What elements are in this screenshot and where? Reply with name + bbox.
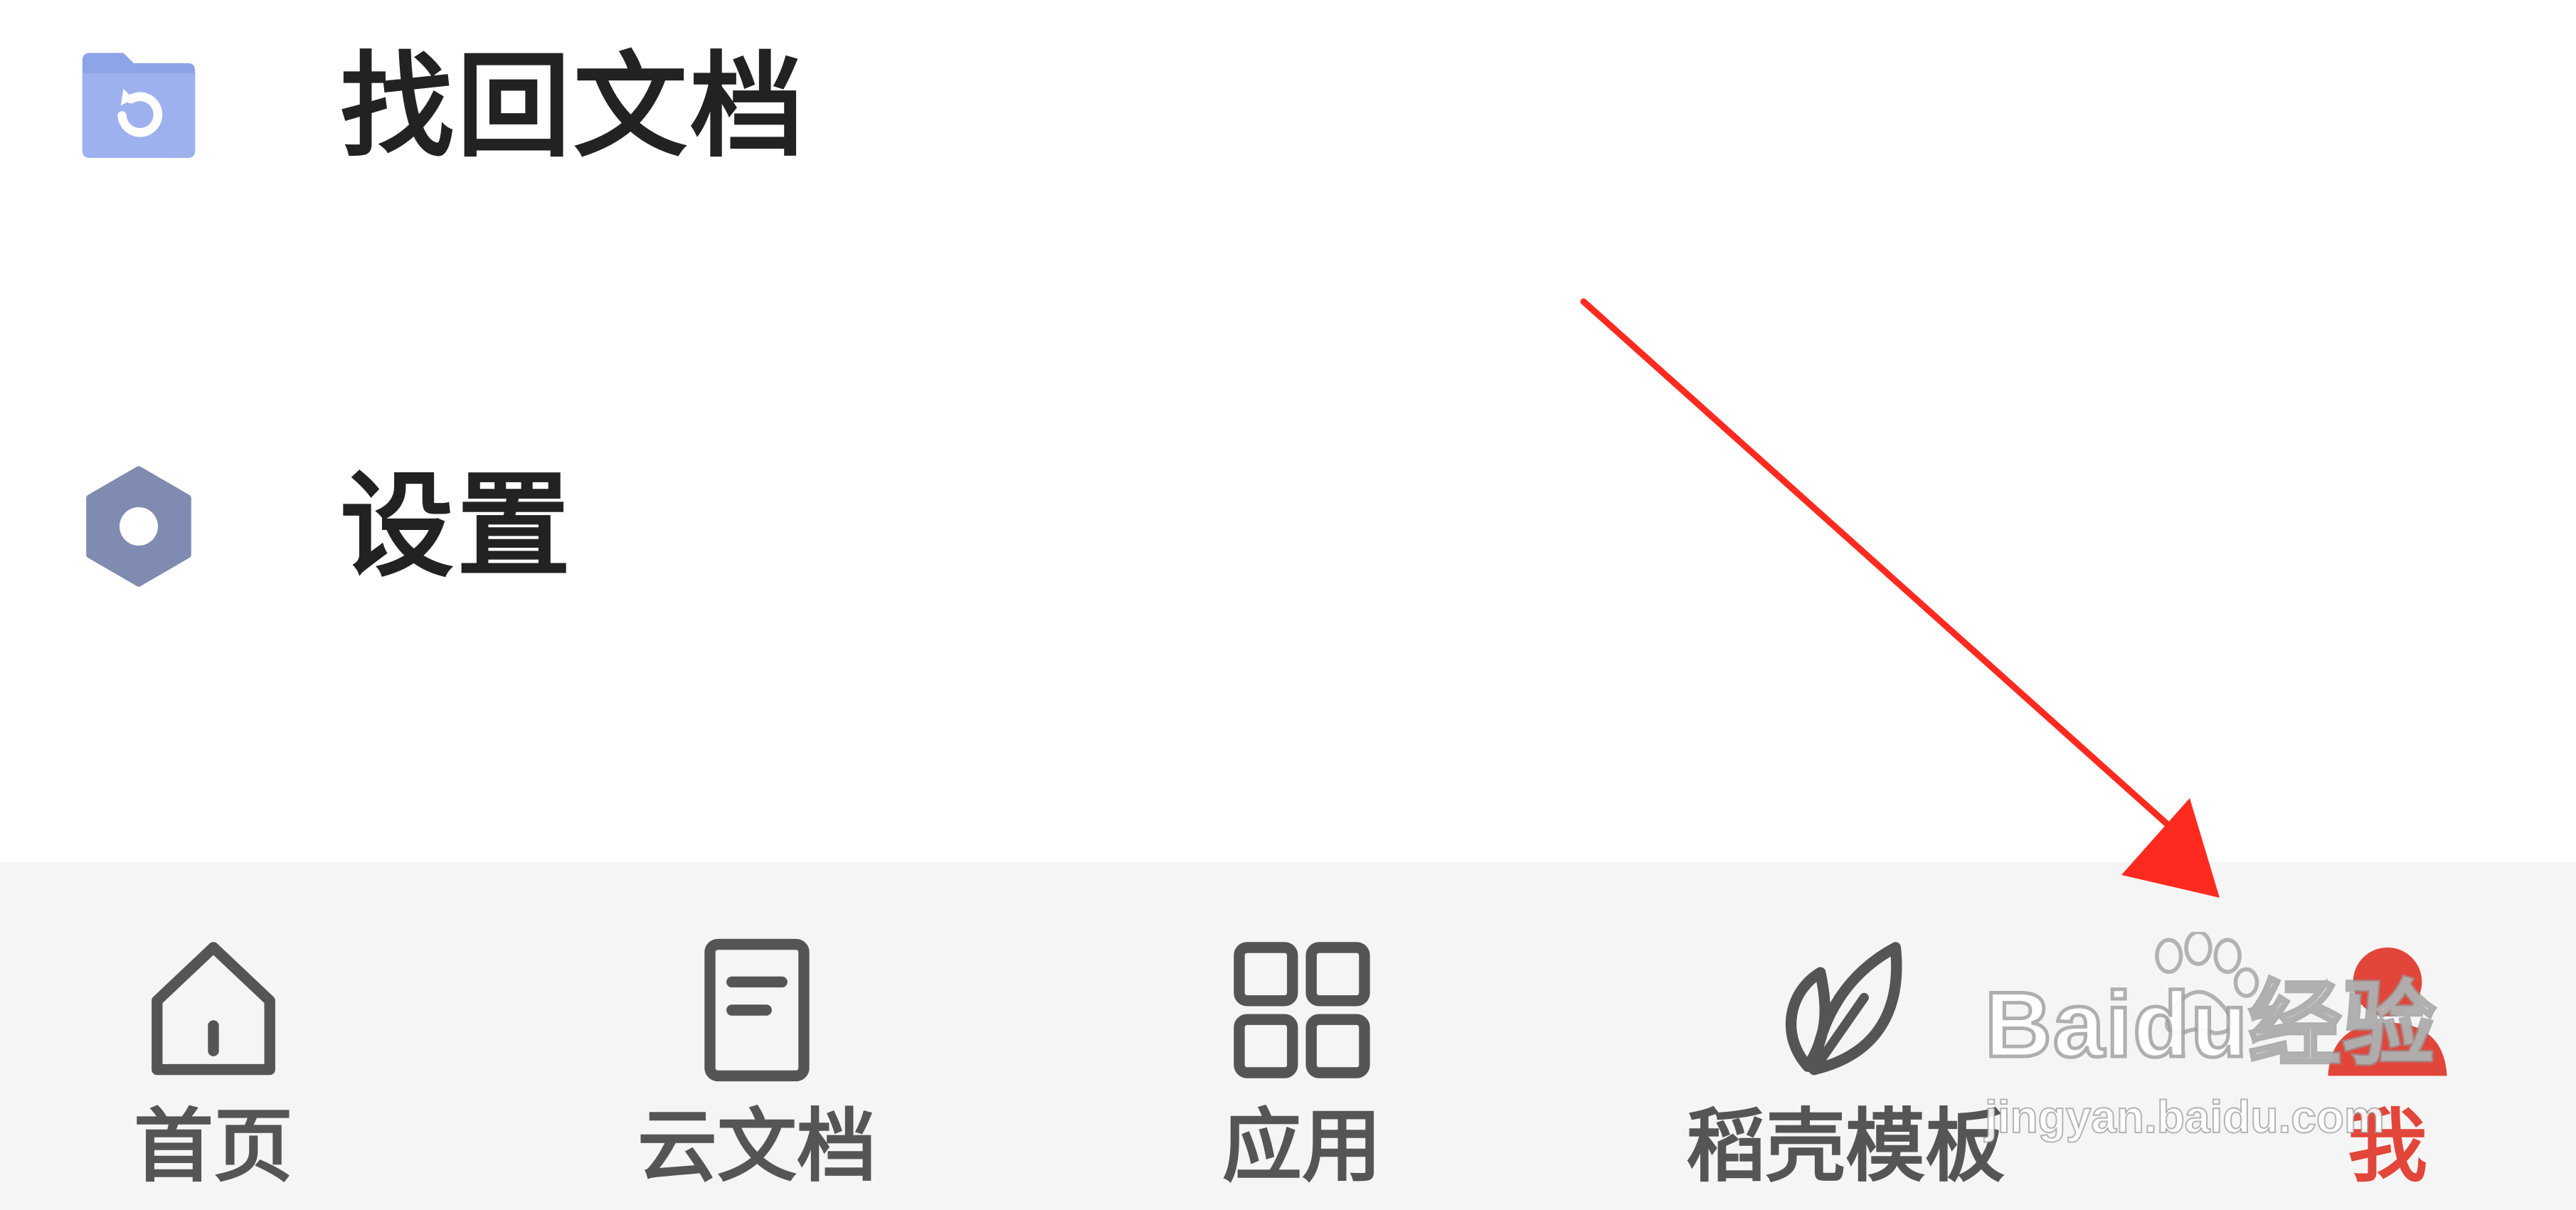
menu-item-recover-documents[interactable]: 找回文档 — [0, 7, 2576, 221]
hexagon-settings-icon — [86, 466, 191, 587]
bottom-tab-bar: 首页 云文档 应用 稻壳模板 我 — [0, 862, 2576, 1210]
menu-item-settings[interactable]: 设置 — [0, 427, 2576, 640]
tab-label: 稻壳模板 — [1686, 1100, 2005, 1193]
tab-home[interactable]: 首页 — [0, 862, 462, 1210]
tab-label: 应用 — [1222, 1100, 1382, 1193]
cloud-document-icon — [704, 938, 810, 1082]
tab-label: 首页 — [134, 1100, 293, 1193]
tab-templates[interactable]: 稻壳模板 — [1596, 862, 2094, 1210]
leaf-template-icon — [1785, 942, 1902, 1076]
screen: 找回文档 设置 首页 云文档 应用 稻壳模板 我 Baidu经验 jingyan… — [0, 0, 2576, 1210]
tab-cloud-documents[interactable]: 云文档 — [508, 862, 1006, 1210]
user-profile-icon — [2328, 948, 2447, 1076]
home-icon — [152, 942, 275, 1076]
tab-label: 我 — [2348, 1100, 2427, 1193]
tab-apps[interactable]: 应用 — [1053, 862, 1551, 1210]
menu-item-label: 设置 — [340, 460, 574, 593]
menu-item-label: 找回文档 — [340, 40, 807, 173]
apps-grid-icon — [1234, 942, 1370, 1078]
tab-label: 云文档 — [637, 1100, 876, 1193]
tab-me[interactable]: 我 — [2138, 862, 2576, 1210]
folder-restore-icon — [82, 53, 196, 159]
